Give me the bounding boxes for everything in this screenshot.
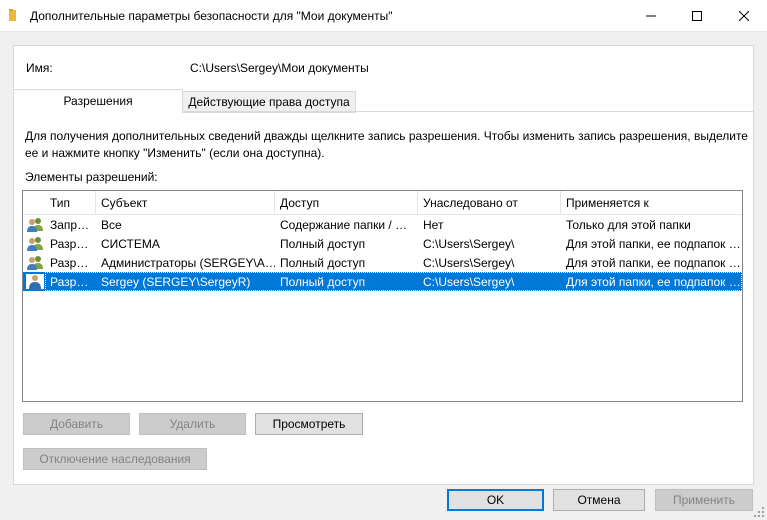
permission-entries-list[interactable]: Тип Субъект Доступ Унаследовано от Приме… [22, 190, 743, 402]
cell-applies: Для этой папки, ее подпапок … [566, 255, 741, 270]
table-row[interactable]: Разр… СИСТЕМА Полный доступ C:\Users\Ser… [23, 234, 742, 253]
cell-inherited: C:\Users\Sergey\ [423, 236, 515, 251]
maximize-icon [692, 10, 702, 21]
disable-inheritance-button[interactable]: Отключение наследования [23, 448, 207, 470]
minimize-icon [646, 15, 656, 16]
tab-effective-access[interactable]: Действующие права доступа [182, 91, 356, 113]
cell-applies: Только для этой папки [566, 217, 691, 232]
tab-permissions[interactable]: Разрешения [13, 89, 183, 112]
info-text: Для получения дополнительных сведений дв… [25, 129, 748, 160]
cancel-button[interactable]: Отмена [553, 489, 645, 511]
apply-button[interactable]: Применить [655, 489, 753, 511]
cell-access: Полный доступ [280, 255, 366, 270]
cell-access: Полный доступ [280, 236, 366, 251]
list-header: Тип Субъект Доступ Унаследовано от Приме… [23, 191, 742, 215]
user-icon [26, 274, 44, 289]
cell-subject: Sergey (SERGEY\SergeyR) [101, 274, 251, 289]
users-group-icon [27, 218, 43, 232]
cell-type: Разр… [50, 274, 89, 289]
table-row[interactable]: Разр… Администраторы (SERGEY\А… Полный д… [23, 253, 742, 272]
column-header-inherited[interactable]: Унаследовано от [418, 191, 561, 215]
cell-applies: Для этой папки, ее подпапок … [566, 274, 741, 289]
cell-type: Разр… [50, 236, 89, 251]
remove-button[interactable]: Удалить [139, 413, 246, 435]
cell-subject: Все [101, 217, 122, 232]
title-bar: Дополнительные параметры безопасности дл… [0, 0, 767, 32]
window-title: Дополнительные параметры безопасности дл… [30, 9, 393, 23]
resize-grip-icon[interactable] [754, 507, 765, 518]
name-label: Имя: [26, 61, 53, 75]
ok-button[interactable]: OK [447, 489, 544, 511]
folder-icon [9, 9, 16, 21]
object-path: C:\Users\Sergey\Мои документы [190, 61, 369, 75]
maximize-button[interactable] [674, 0, 720, 31]
column-header-applies[interactable]: Применяется к [561, 191, 742, 215]
dialog-footer [0, 485, 767, 520]
close-icon [739, 10, 749, 21]
column-header-subject[interactable]: Субъект [96, 191, 275, 215]
minimize-button[interactable] [628, 0, 674, 31]
view-button[interactable]: Просмотреть [255, 413, 363, 435]
cell-access: Содержание папки / … [280, 217, 408, 232]
permission-entries-label: Элементы разрешений: [25, 170, 158, 184]
cell-subject: Администраторы (SERGEY\А… [101, 255, 275, 270]
cell-type: Запр… [50, 217, 90, 232]
column-header-type[interactable]: Тип [45, 191, 96, 215]
cell-inherited: C:\Users\Sergey\ [423, 255, 515, 270]
cell-type: Разр… [50, 255, 89, 270]
close-button[interactable] [721, 0, 767, 31]
add-button[interactable]: Добавить [23, 413, 130, 435]
cell-inherited: Нет [423, 217, 444, 232]
users-group-icon [27, 256, 43, 270]
column-header-access[interactable]: Доступ [275, 191, 418, 215]
cell-applies: Для этой папки, ее подпапок … [566, 236, 741, 251]
table-row[interactable]: Запр… Все Содержание папки / … Нет Тольк… [23, 215, 742, 234]
users-group-icon [27, 237, 43, 251]
cell-inherited: C:\Users\Sergey\ [423, 274, 515, 289]
table-row[interactable]: Разр… Sergey (SERGEY\SergeyR) Полный дос… [23, 272, 742, 291]
cell-access: Полный доступ [280, 274, 366, 289]
cell-subject: СИСТЕМА [101, 236, 160, 251]
